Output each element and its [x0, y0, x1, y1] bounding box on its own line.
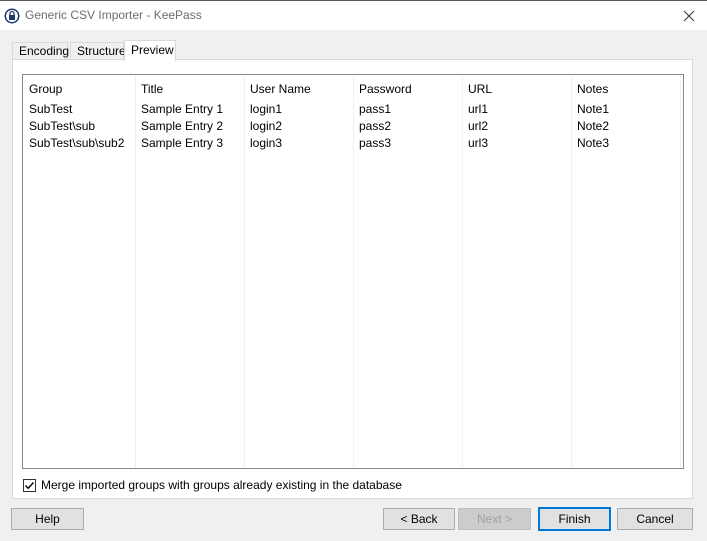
cell-password: pass3	[359, 136, 392, 150]
cell-password: pass2	[359, 119, 392, 133]
column-header-group[interactable]: Group	[29, 82, 62, 96]
cancel-button[interactable]: Cancel	[617, 508, 693, 530]
back-button[interactable]: < Back	[383, 508, 455, 530]
tab-label: Structure	[77, 44, 126, 58]
cell-title: Sample Entry 2	[141, 119, 224, 133]
cell-user-name: login3	[250, 136, 283, 150]
merge-groups-option[interactable]: Merge imported groups with groups alread…	[23, 477, 402, 493]
preview-panel: Group Title User Name Password URL Notes…	[12, 59, 693, 499]
cell-password: pass1	[359, 102, 392, 116]
column-divider	[571, 75, 572, 468]
lock-icon	[4, 8, 20, 24]
cell-url: url1	[468, 102, 489, 116]
column-divider	[462, 75, 463, 468]
cell-group: SubTest	[29, 102, 73, 116]
cell-title: Sample Entry 3	[141, 136, 224, 150]
cell-notes: Note3	[577, 136, 610, 150]
cell-group: SubTest\sub	[29, 119, 96, 133]
merge-groups-checkbox[interactable]	[23, 478, 36, 492]
cell-user-name: login2	[250, 119, 283, 133]
column-header-user-name[interactable]: User Name	[250, 82, 311, 96]
column-divider	[135, 75, 136, 468]
column-header-title[interactable]: Title	[141, 82, 163, 96]
help-button[interactable]: Help	[11, 508, 84, 530]
column-divider	[353, 75, 354, 468]
window-title: Generic CSV Importer - KeePass	[25, 8, 202, 22]
finish-button[interactable]: Finish	[538, 507, 611, 531]
next-button[interactable]: Next >	[458, 508, 531, 530]
merge-groups-label: Merge imported groups with groups alread…	[41, 478, 402, 492]
cell-url: url2	[468, 119, 489, 133]
tab-label: Preview	[131, 43, 174, 57]
cell-user-name: login1	[250, 102, 283, 116]
tab-preview[interactable]: Preview	[124, 40, 176, 61]
cell-notes: Note2	[577, 119, 610, 133]
column-header-url[interactable]: URL	[468, 82, 492, 96]
cell-title: Sample Entry 1	[141, 102, 224, 116]
preview-list-view[interactable]: Group Title User Name Password URL Notes…	[22, 74, 684, 469]
column-header-notes[interactable]: Notes	[577, 82, 608, 96]
cell-group: SubTest\sub\sub2	[29, 136, 125, 150]
column-header-password[interactable]: Password	[359, 82, 412, 96]
column-divider	[680, 75, 681, 468]
checkmark-icon	[25, 481, 35, 489]
cell-notes: Note1	[577, 102, 610, 116]
close-icon[interactable]	[677, 5, 701, 27]
title-bar: Generic CSV Importer - KeePass	[0, 0, 707, 30]
column-divider	[244, 75, 245, 468]
cell-url: url3	[468, 136, 489, 150]
tab-label: Encoding	[19, 44, 70, 58]
